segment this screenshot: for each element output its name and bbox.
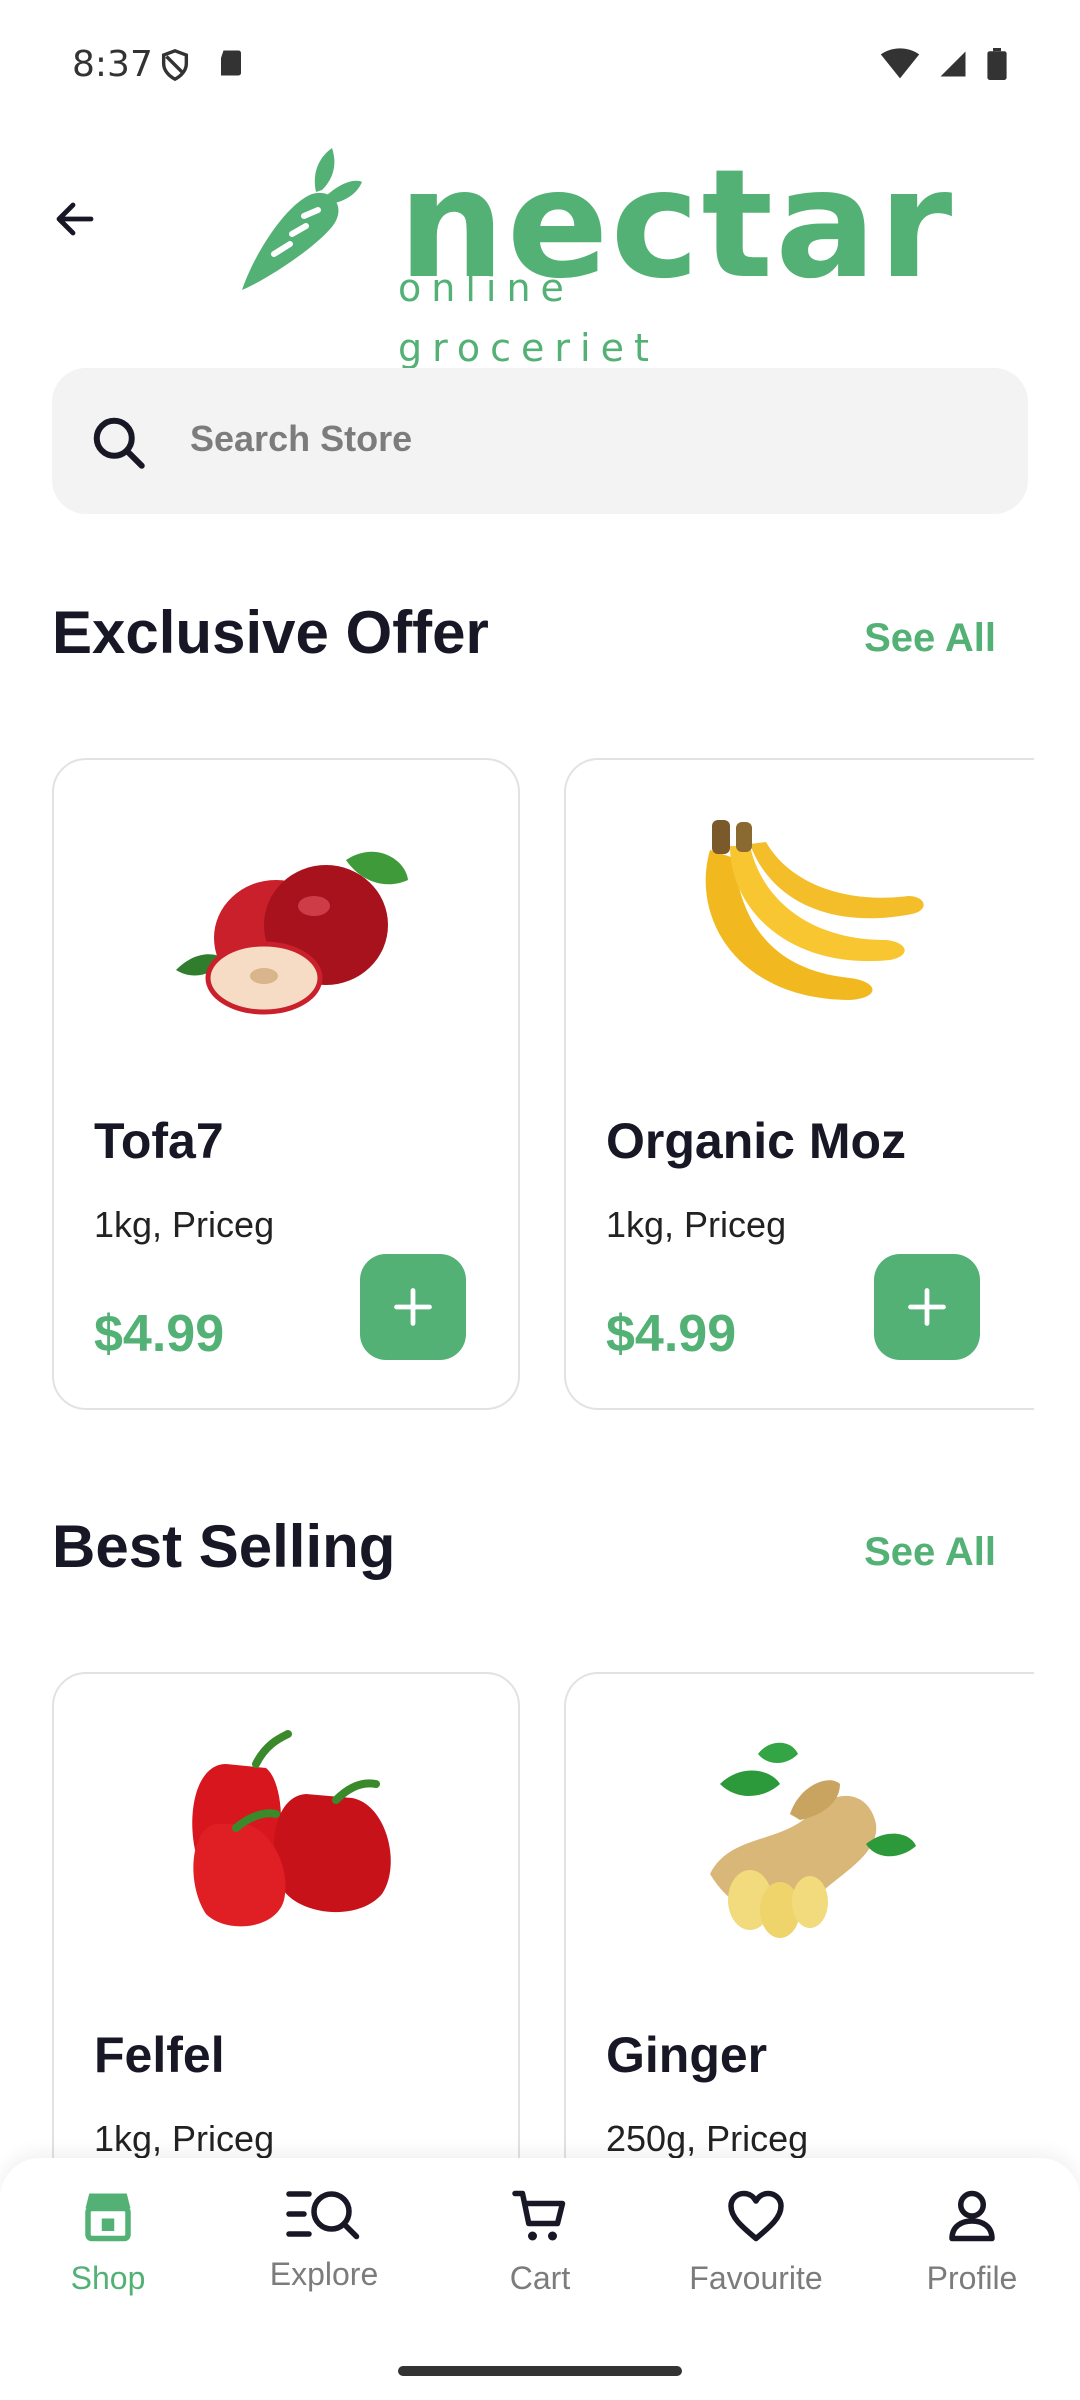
product-name: Ginger	[606, 2027, 768, 2083]
plus-icon	[908, 1288, 946, 1326]
product-price: $4.99	[606, 1305, 737, 1363]
product-unit: 1kg, Priceg	[94, 2118, 275, 2159]
product-name: Tofa7	[94, 1113, 224, 1169]
wifi-icon	[880, 48, 920, 79]
nav-tab-favourite[interactable]: Favourite	[666, 2186, 846, 2336]
heart-icon	[728, 2190, 784, 2242]
nav-tab-shop[interactable]: Shop	[18, 2186, 198, 2336]
product-unit: 1kg, Priceg	[94, 1204, 275, 1245]
plus-icon	[394, 1288, 432, 1326]
nectar-logo: nectar online groceriet	[232, 140, 952, 370]
arrow-left-icon	[56, 202, 94, 236]
nav-label: Explore	[269, 2256, 379, 2292]
status-icons-right	[880, 48, 1008, 80]
nav-label: Shop	[70, 2260, 146, 2296]
section-title-best-selling: Best Selling	[52, 1513, 396, 1580]
product-name: Felfel	[94, 2027, 225, 2083]
product-name: Organic Moz	[606, 1113, 907, 1169]
nav-tab-explore[interactable]: Explore	[234, 2186, 414, 2336]
nav-tab-cart[interactable]: Cart	[450, 2186, 630, 2336]
add-to-cart-button[interactable]	[360, 1254, 466, 1360]
section-title-exclusive: Exclusive Offer	[52, 599, 489, 666]
nav-tab-profile[interactable]: Profile	[882, 2186, 1062, 2336]
store-icon	[85, 2193, 131, 2242]
status-bar: 8:37	[0, 0, 1080, 120]
product-card[interactable]: Tofa7 1kg, Priceg $4.99	[52, 758, 520, 1410]
back-button[interactable]	[40, 184, 110, 254]
nav-label: Cart	[509, 2260, 571, 2296]
cart-icon	[512, 2190, 566, 2241]
apple-image	[54, 800, 518, 1040]
explore-icon	[286, 2191, 360, 2240]
add-to-cart-button[interactable]	[874, 1254, 980, 1360]
home-indicator[interactable]	[398, 2366, 682, 2376]
see-all-best-selling-link[interactable]: See All	[864, 1530, 996, 1575]
battery-icon	[987, 48, 1007, 80]
signal-icon	[940, 51, 966, 77]
product-price: $4.99	[94, 1305, 225, 1363]
sd-card-icon	[221, 50, 241, 76]
person-icon	[949, 2190, 995, 2242]
status-icons-left	[158, 48, 246, 82]
pepper-image	[54, 1714, 518, 1954]
search-input[interactable]: Search Store	[190, 418, 412, 460]
search-bar[interactable]: Search Store	[52, 368, 1028, 514]
product-card[interactable]: Organic Moz 1kg, Priceg $4.99	[564, 758, 1034, 1410]
nav-label: Favourite	[689, 2260, 823, 2296]
see-all-exclusive-link[interactable]: See All	[864, 616, 996, 661]
shield-icon	[161, 49, 189, 82]
logo-tagline: online groceriet	[398, 266, 659, 370]
nav-label: Profile	[926, 2260, 1018, 2296]
bottom-navigation: Shop Explore Cart Favourite Profile	[0, 2158, 1080, 2400]
product-unit: 250g, Priceg	[606, 2118, 809, 2159]
product-unit: 1kg, Priceg	[606, 1204, 787, 1245]
status-time: 8:37	[72, 44, 153, 85]
carrot-icon	[242, 148, 362, 290]
banana-image	[566, 800, 1034, 1040]
search-icon	[93, 417, 145, 469]
ginger-image	[566, 1714, 1034, 1954]
